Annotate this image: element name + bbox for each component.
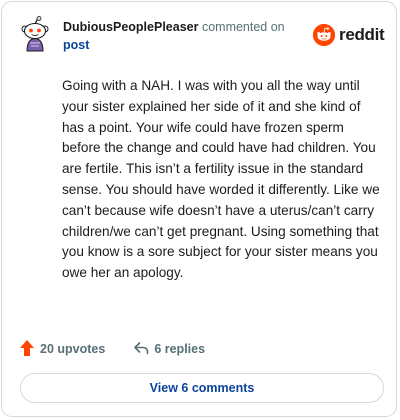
upvotes-stat[interactable]: 20 upvotes bbox=[19, 339, 105, 360]
reddit-wordmark: reddit bbox=[339, 25, 385, 44]
comment-action-text: commented on bbox=[201, 20, 285, 34]
comment-header: DubiousPeoplePleaser commented on post r bbox=[2, 2, 396, 62]
replies-count: 6 replies bbox=[154, 342, 206, 356]
upvote-arrow-icon bbox=[19, 339, 35, 360]
reply-arrow-icon bbox=[133, 341, 149, 358]
post-link[interactable]: post bbox=[63, 36, 303, 54]
upvotes-count: 20 upvotes bbox=[40, 342, 106, 356]
reddit-logo-icon bbox=[313, 24, 335, 46]
comment-stats: 20 upvotes 6 replies bbox=[19, 339, 205, 359]
reddit-brand[interactable]: reddit bbox=[313, 23, 385, 47]
view-comments-button[interactable]: View 6 comments bbox=[20, 373, 384, 403]
replies-stat[interactable]: 6 replies bbox=[133, 341, 205, 358]
comment-body: Going with a NAH. I was with you all the… bbox=[62, 78, 380, 281]
snoo-avatar-icon[interactable] bbox=[19, 16, 51, 52]
comment-meta: DubiousPeoplePleaser commented on post bbox=[63, 18, 303, 54]
comment-author[interactable]: DubiousPeoplePleaser bbox=[63, 20, 198, 34]
comment-card: DubiousPeoplePleaser commented on post r bbox=[1, 1, 397, 417]
